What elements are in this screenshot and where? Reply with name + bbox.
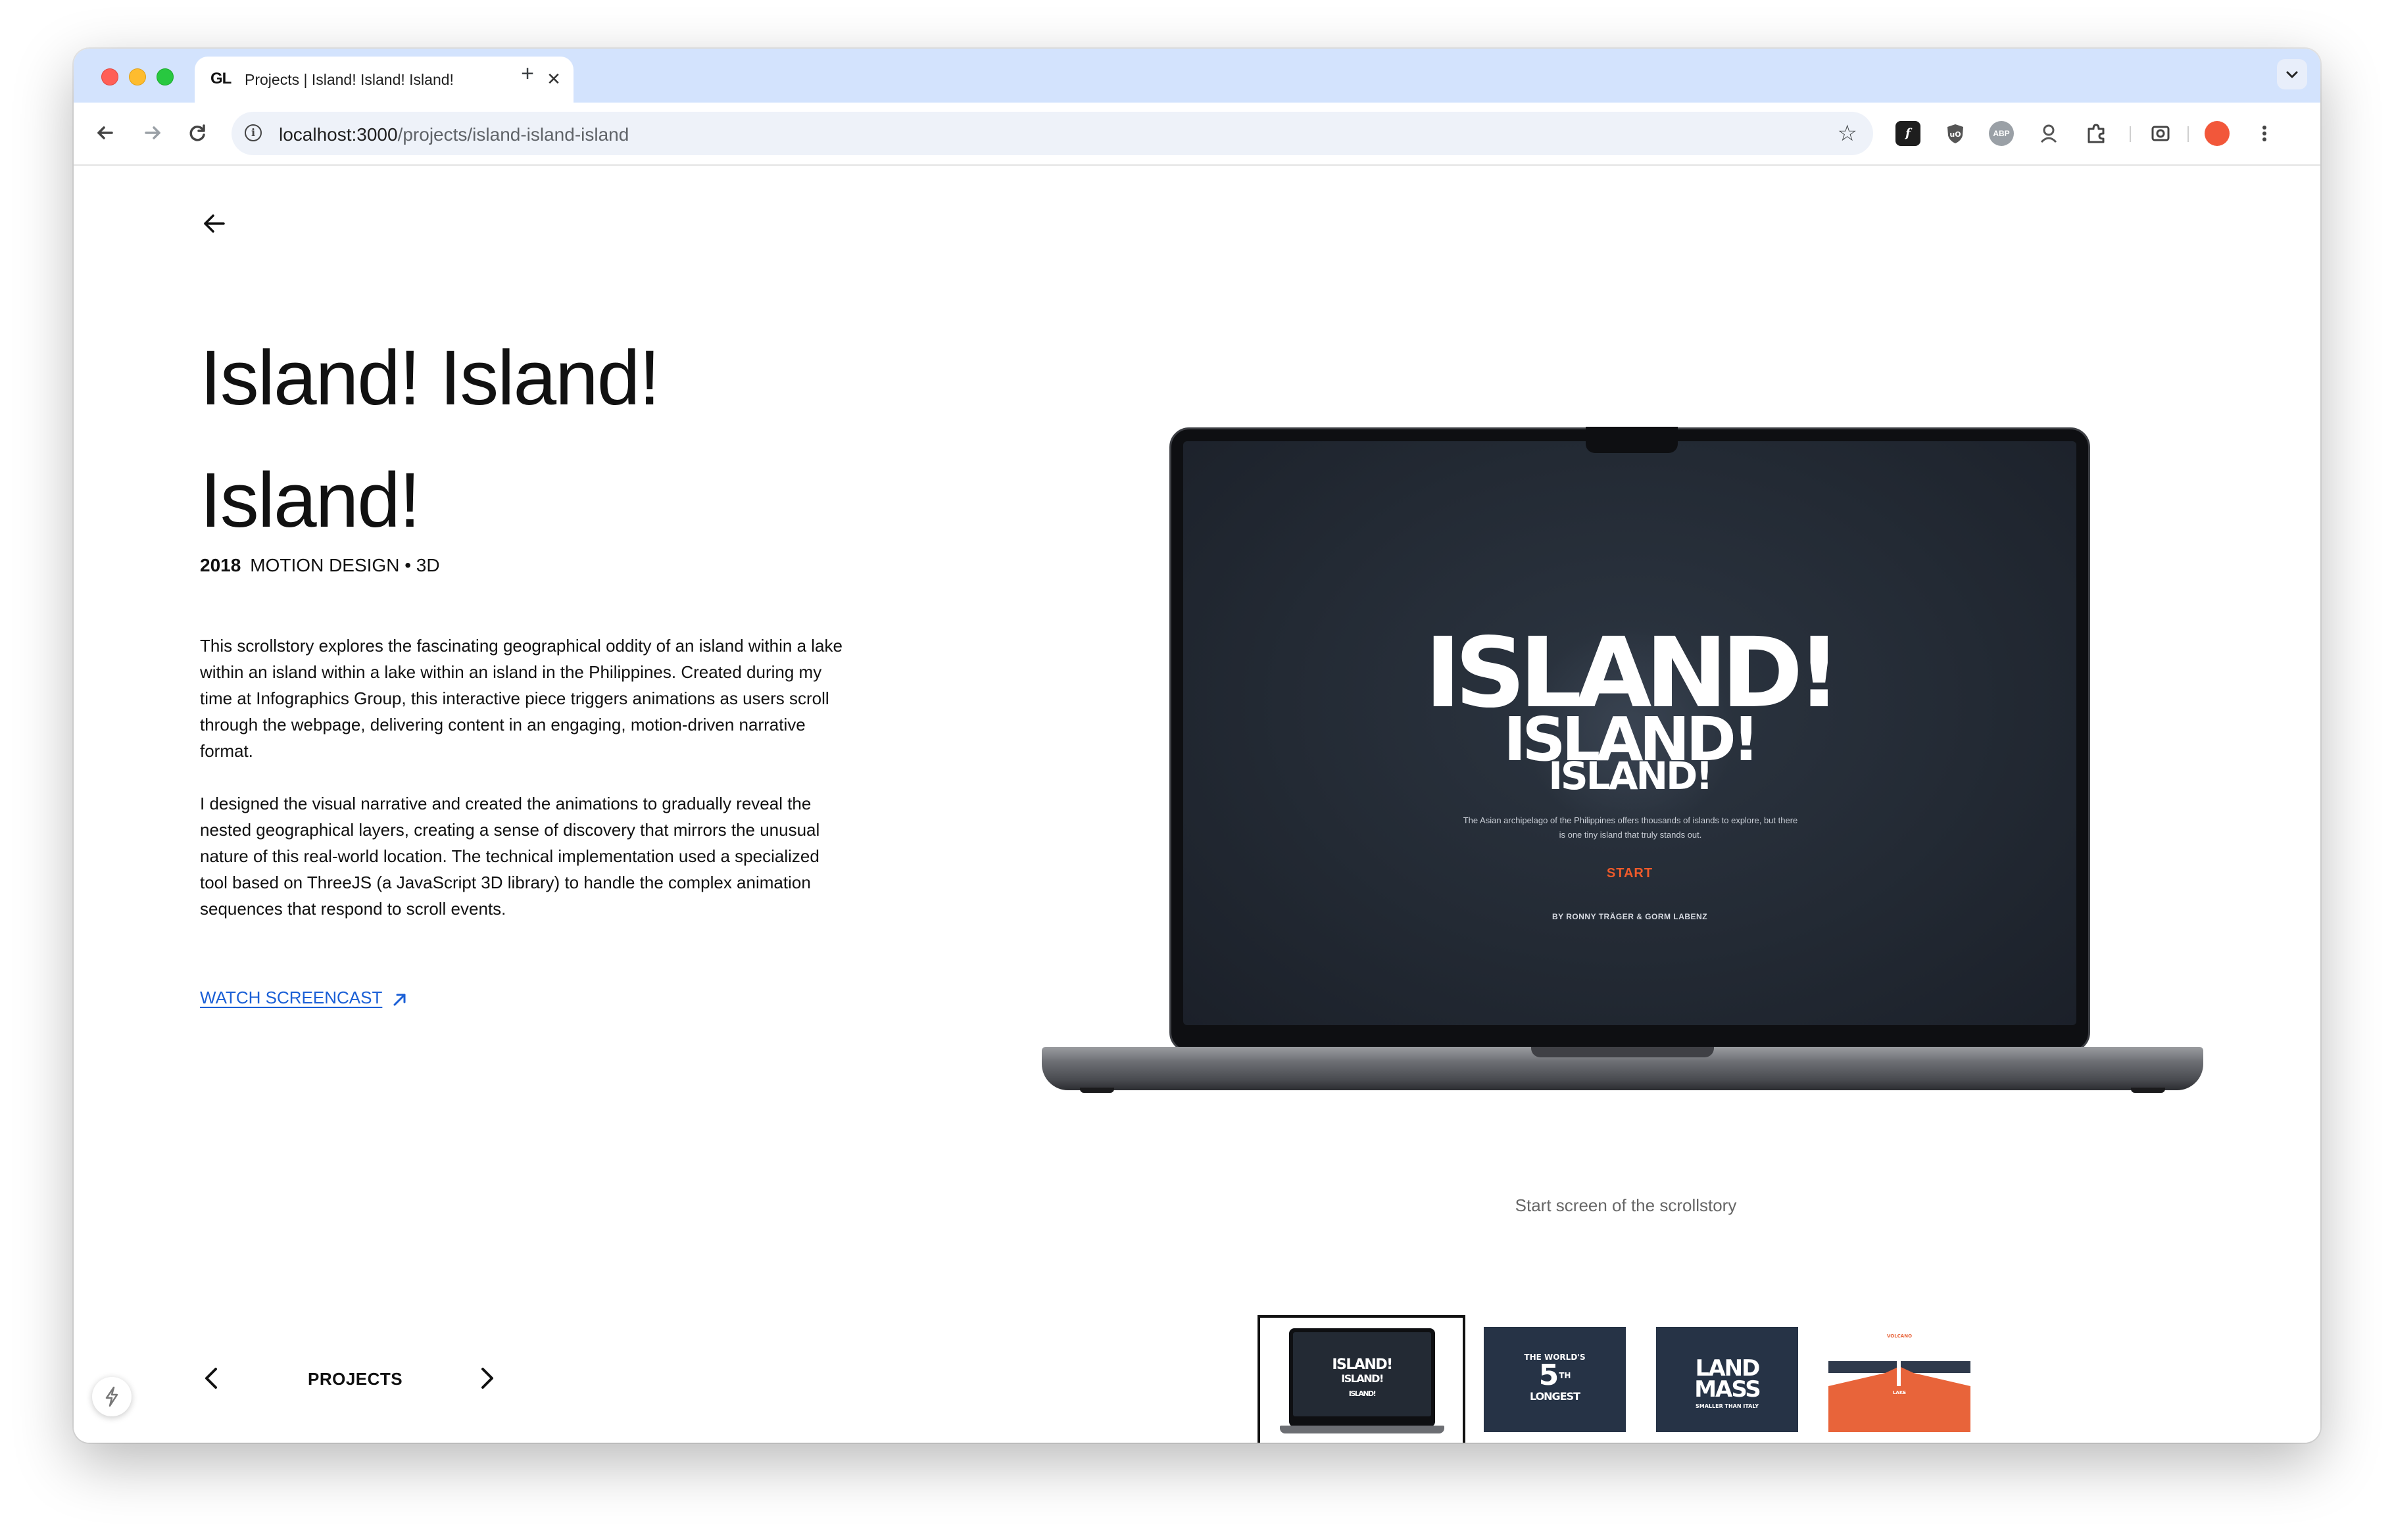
url-host: localhost:3000 (279, 124, 398, 145)
thumbnail-1[interactable]: ISLAND! ISLAND! ISLAND! (1258, 1315, 1465, 1443)
preview-screen: ISLAND! ISLAND! ISLAND! The Asian archip… (1183, 441, 2076, 1025)
back-arrow-icon[interactable] (200, 209, 229, 238)
address-bar[interactable]: i localhost:3000/projects/island-island-… (232, 112, 1873, 155)
description-paragraph: I designed the visual narrative and crea… (200, 794, 820, 919)
project-title-line2: Island! (200, 457, 421, 544)
thumbnail-3[interactable]: LAND MASS SMALLER THAN ITALY (1656, 1327, 1798, 1432)
thumb-text: SMALLER THAN ITALY (1696, 1403, 1759, 1409)
f-icon[interactable]: f (1895, 121, 1920, 146)
forward-button[interactable] (137, 117, 168, 149)
thumb-marker (1897, 1340, 1901, 1386)
toolbar-divider (2130, 126, 2131, 142)
thumb-text: VOLCANO (1886, 1334, 1913, 1339)
tab-search-button[interactable] (2277, 59, 2307, 89)
puzzle-person-icon[interactable] (2036, 121, 2061, 146)
maximize-window-button[interactable] (157, 68, 174, 85)
thumb-laptop: ISLAND! ISLAND! ISLAND! (1289, 1328, 1435, 1427)
thumbnail-4[interactable]: VOLCANO LAKE (1828, 1327, 1970, 1432)
project-description: This scrollstory explores the fascinatin… (200, 633, 851, 948)
agent-icon (2040, 124, 2057, 143)
page-content: Island! Island! Island! 2018 MOTION DESIG… (74, 166, 2320, 1443)
tab-title: Projects | Island! Island! Island! (245, 71, 454, 88)
reload-button[interactable] (182, 117, 213, 149)
favicon-icon: GL (210, 70, 232, 87)
project-title: Island! Island! Island! (200, 317, 792, 562)
adblock-plus-icon[interactable]: ABP (1989, 121, 2014, 146)
tab-close-icon[interactable]: ✕ (545, 70, 563, 88)
project-year: 2018 (200, 555, 241, 575)
thumb-laptop-base (1280, 1426, 1444, 1433)
profile-avatar-icon[interactable] (2205, 121, 2230, 146)
lightning-icon (105, 1386, 118, 1407)
url-text[interactable]: localhost:3000/projects/island-island-is… (279, 124, 629, 145)
extensions-puzzle-icon[interactable] (2084, 121, 2109, 146)
browser-toolbar: i localhost:3000/projects/island-island-… (74, 103, 2320, 166)
project-title-line1: Island! Island! (200, 335, 660, 421)
more-vertical-icon (2262, 126, 2266, 141)
svg-text:uO: uO (1949, 130, 1961, 139)
url-path: /projects/island-island-island (397, 124, 629, 145)
thumb-text: 5TH (1538, 1359, 1571, 1392)
external-arrow-icon[interactable] (391, 990, 409, 1009)
new-tab-button[interactable]: + (516, 62, 539, 85)
shield-icon: uO (1947, 124, 1963, 143)
thumb-text: LONGEST (1529, 1390, 1580, 1403)
camera-icon (2151, 126, 2170, 141)
bookmark-star-icon[interactable]: ☆ (1838, 121, 1857, 146)
thumb-text: LAKE (1892, 1390, 1907, 1395)
description-paragraph: This scrollstory explores the fascinatin… (200, 636, 843, 761)
thumb-screen: ISLAND! ISLAND! ISLAND! (1293, 1332, 1431, 1416)
menu-kebab-icon[interactable] (2252, 121, 2277, 146)
back-button[interactable] (89, 117, 121, 149)
thumb-text: ISLAND! ISLAND! ISLAND! (1332, 1357, 1393, 1399)
close-window-button[interactable] (101, 68, 118, 85)
project-categories: MOTION DESIGN • 3D (250, 555, 440, 575)
toolbar-divider (2187, 126, 2189, 142)
thumbnail-2[interactable]: THE WORLD'S 5TH LONGEST (1484, 1327, 1626, 1432)
chevron-down-icon (2286, 71, 2298, 78)
ublock-icon[interactable]: uO (1943, 121, 1968, 146)
site-info-icon[interactable]: i (245, 124, 262, 141)
next-project-chevron-icon[interactable] (477, 1364, 497, 1393)
laptop-foot (1080, 1088, 1114, 1093)
arrow-left-icon (97, 126, 113, 139)
hero-title-line3: ISLAND! (1548, 754, 1713, 798)
thumb-text: MASS (1694, 1376, 1761, 1403)
projects-nav-label[interactable]: PROJECTS (308, 1369, 403, 1389)
laptop-mockup: ISLAND! ISLAND! ISLAND! The Asian archip… (1042, 427, 2203, 1098)
previous-project-chevron-icon[interactable] (201, 1364, 221, 1393)
screenshot-icon[interactable] (2148, 121, 2173, 146)
image-caption: Start screen of the scrollstory (1515, 1195, 1737, 1215)
tab-strip: GL Projects | Island! Island! Island! ✕ … (74, 49, 2320, 103)
watch-screencast-link[interactable]: WATCH SCREENCAST (200, 988, 382, 1008)
browser-window: GL Projects | Island! Island! Island! ✕ … (74, 49, 2320, 1443)
camera-notch (1586, 427, 1678, 453)
laptop-bezel: ISLAND! ISLAND! ISLAND! The Asian archip… (1169, 427, 2090, 1052)
hero-byline: BY RONNY TRÄGER & GORM LABENZ (1551, 912, 1708, 921)
laptop-hinge-notch (1531, 1047, 1714, 1057)
project-meta: 2018 MOTION DESIGN • 3D (200, 555, 440, 576)
laptop-foot (2131, 1088, 2165, 1093)
minimize-window-button[interactable] (129, 68, 146, 85)
puzzle-icon (2088, 124, 2105, 143)
hero-subtitle: The Asian archipelago of the Philippines… (1463, 815, 1798, 840)
dev-tools-bolt-button[interactable] (92, 1377, 132, 1416)
arrow-right-icon (145, 126, 160, 139)
hero-start-label: START (1606, 866, 1653, 880)
reload-icon (189, 124, 205, 141)
